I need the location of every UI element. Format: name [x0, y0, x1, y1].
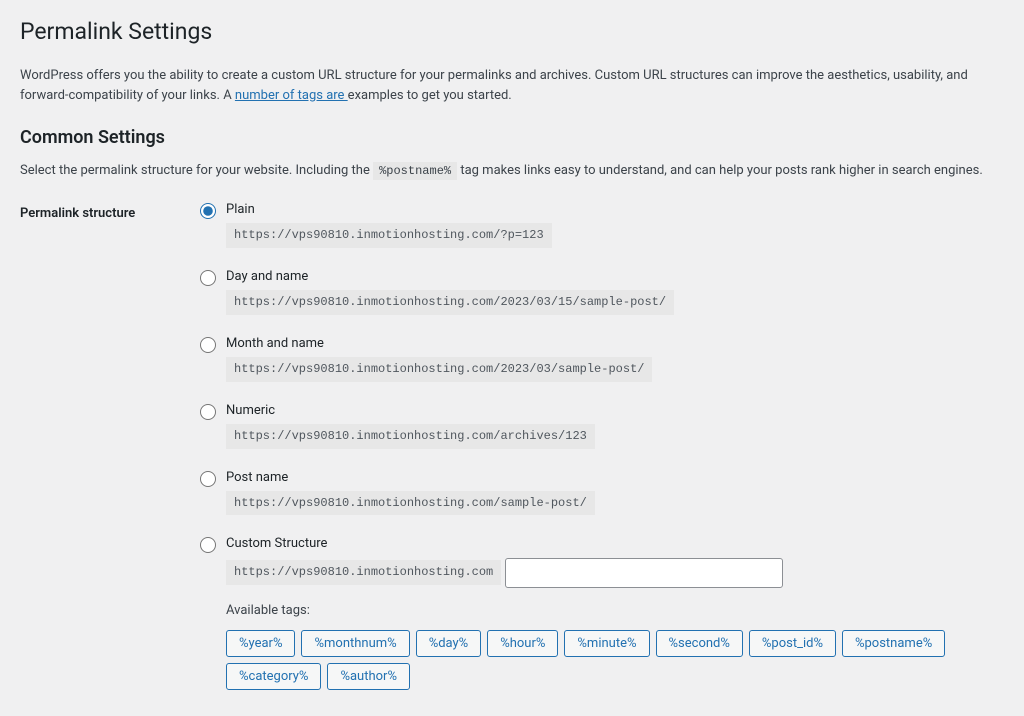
permalink-structure-label: Permalink structure [20, 201, 200, 223]
radio-post-name[interactable] [200, 471, 216, 487]
tags-available-link[interactable]: number of tags are [235, 88, 348, 103]
option-post-name[interactable]: Post name https://vps90810.inmotionhosti… [200, 469, 1004, 530]
tag-postname-button[interactable]: %postname% [842, 630, 945, 657]
label-custom: Custom Structure [226, 535, 1004, 553]
common-settings-heading: Common Settings [20, 125, 1004, 150]
page-title: Permalink Settings [20, 16, 1004, 48]
tag-hour-button[interactable]: %hour% [487, 630, 558, 657]
label-post-name: Post name [226, 469, 1004, 487]
label-numeric: Numeric [226, 402, 1004, 420]
custom-base-url: https://vps90810.inmotionhosting.com [226, 560, 501, 585]
option-plain[interactable]: Plain https://vps90810.inmotionhosting.c… [200, 201, 1004, 262]
example-day-name: https://vps90810.inmotionhosting.com/202… [226, 290, 674, 315]
radio-numeric[interactable] [200, 404, 216, 420]
tag-post-id-button[interactable]: %post_id% [749, 630, 836, 657]
option-numeric[interactable]: Numeric https://vps90810.inmotionhosting… [200, 402, 1004, 463]
label-day-name: Day and name [226, 268, 1004, 286]
example-month-name: https://vps90810.inmotionhosting.com/202… [226, 357, 652, 382]
custom-structure-input[interactable] [505, 558, 783, 588]
available-tags-label: Available tags: [226, 602, 1004, 620]
tag-minute-button[interactable]: %minute% [564, 630, 649, 657]
label-month-name: Month and name [226, 335, 1004, 353]
label-plain: Plain [226, 201, 1004, 219]
tag-year-button[interactable]: %year% [226, 630, 295, 657]
radio-plain[interactable] [200, 203, 216, 219]
tag-day-button[interactable]: %day% [416, 630, 482, 657]
radio-month-name[interactable] [200, 337, 216, 353]
tag-category-button[interactable]: %category% [226, 663, 321, 690]
common-settings-subtext: Select the permalink structure for your … [20, 162, 1004, 180]
intro-text-after: examples to get you started. [348, 88, 512, 103]
tag-author-button[interactable]: %author% [327, 663, 410, 690]
option-day-name[interactable]: Day and name https://vps90810.inmotionho… [200, 268, 1004, 329]
subtext-after: tag makes links easy to understand, and … [457, 163, 983, 178]
option-custom[interactable]: Custom Structure https://vps90810.inmoti… [200, 535, 1004, 689]
option-month-name[interactable]: Month and name https://vps90810.inmotion… [200, 335, 1004, 396]
radio-day-name[interactable] [200, 270, 216, 286]
example-plain: https://vps90810.inmotionhosting.com/?p=… [226, 223, 552, 248]
radio-custom[interactable] [200, 537, 216, 553]
subtext-before: Select the permalink structure for your … [20, 163, 373, 178]
intro-paragraph: WordPress offers you the ability to crea… [20, 66, 1004, 105]
tag-second-button[interactable]: %second% [656, 630, 743, 657]
example-numeric: https://vps90810.inmotionhosting.com/arc… [226, 424, 595, 449]
example-post-name: https://vps90810.inmotionhosting.com/sam… [226, 491, 595, 516]
postname-inline-tag: %postname% [373, 162, 457, 180]
tag-monthnum-button[interactable]: %monthnum% [301, 630, 409, 657]
tag-buttons-row: %year% %monthnum% %day% %hour% %minute% … [226, 630, 1004, 690]
